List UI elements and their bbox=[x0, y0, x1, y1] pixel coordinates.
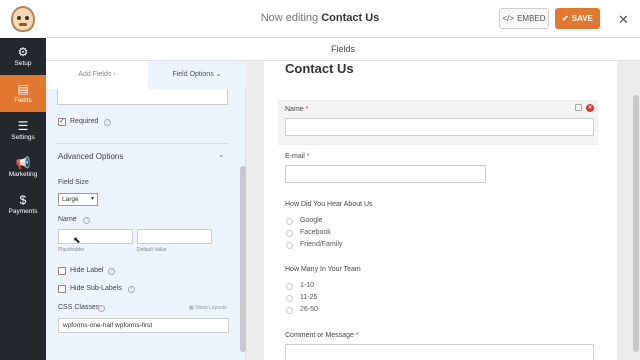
nav-item-settings[interactable]: ☰ Settings bbox=[0, 112, 46, 149]
radio-label: 26-50 bbox=[300, 306, 318, 313]
field-size-label: Field Size bbox=[58, 179, 89, 186]
megaphone-icon: 📢 bbox=[15, 156, 31, 170]
nav-label: Marketing bbox=[8, 171, 38, 178]
editing-prefix: Now editing bbox=[260, 12, 319, 24]
tab-add-fields[interactable]: Add Fields › bbox=[46, 61, 148, 89]
embed-button[interactable]: </> EMBED bbox=[499, 8, 549, 29]
show-layouts-link[interactable]: ▦ Show Layouts bbox=[189, 305, 227, 311]
nav-label: Setup bbox=[14, 60, 32, 67]
chevron-down-icon[interactable]: ⌄ bbox=[218, 150, 225, 159]
save-button[interactable]: ✔ SAVE bbox=[555, 8, 600, 29]
nav-item-setup[interactable]: ⚙ Setup bbox=[0, 38, 46, 75]
help-icon[interactable]: ? bbox=[98, 305, 105, 312]
css-classes-label: CSS Classes bbox=[58, 304, 100, 311]
delete-icon[interactable]: ✕ bbox=[586, 104, 594, 112]
nav-label: Payments bbox=[8, 208, 38, 215]
nav-item-fields[interactable]: ▤ Fields bbox=[0, 75, 46, 112]
placeholder-input[interactable] bbox=[58, 229, 133, 244]
form-title: Contact Us bbox=[285, 61, 354, 76]
form-name: Contact Us bbox=[321, 12, 380, 24]
show-layouts-label: Show Layouts bbox=[195, 305, 227, 311]
css-classes-input[interactable]: wpforms-one-half wpforms-first bbox=[58, 318, 229, 333]
email-input[interactable] bbox=[285, 165, 486, 183]
checkmark-icon: ✔ bbox=[562, 14, 569, 23]
tab-label: Add Fields bbox=[78, 71, 112, 78]
field-label: How Many In Your Team bbox=[285, 266, 361, 273]
required-label: Required bbox=[70, 118, 99, 125]
duplicate-icon[interactable] bbox=[575, 104, 582, 111]
help-icon[interactable]: ? bbox=[128, 286, 135, 293]
form-preview: Contact Us ✕ Name * E-mail * How Did You… bbox=[264, 61, 617, 360]
field-options-panel: Add Fields › Field Options ⌄ Required ? bbox=[46, 61, 246, 360]
label-text: Name bbox=[285, 106, 304, 113]
nav-item-marketing[interactable]: 📢 Marketing bbox=[0, 149, 46, 186]
label-text: Comment or Message bbox=[285, 332, 354, 339]
radio-option[interactable] bbox=[286, 230, 293, 237]
radio-label: Facebook bbox=[300, 229, 331, 236]
nav-label: Fields bbox=[14, 97, 32, 104]
chevron-right-icon: › bbox=[113, 71, 116, 78]
radio-option[interactable] bbox=[286, 295, 293, 302]
help-icon[interactable]: ? bbox=[83, 217, 90, 224]
section-title: Fields bbox=[46, 38, 640, 61]
save-label: SAVE bbox=[571, 14, 593, 23]
radio-option[interactable] bbox=[286, 218, 293, 225]
radio-label: Google bbox=[300, 217, 323, 224]
radio-label: Friend/Family bbox=[300, 241, 343, 248]
caret-down-icon: ▾ bbox=[90, 196, 94, 202]
hide-label-label: Hide Label bbox=[70, 267, 104, 274]
panel-scrollbar[interactable] bbox=[240, 166, 246, 352]
field-size-select[interactable]: Large ▾ bbox=[58, 193, 98, 206]
field-size-value: Large bbox=[62, 196, 79, 203]
radio-label: 11-25 bbox=[300, 294, 318, 301]
panel-tabs: Add Fields › Field Options ⌄ bbox=[46, 61, 246, 89]
preview-scrollbar[interactable] bbox=[633, 95, 639, 352]
label-text: E-mail bbox=[285, 153, 305, 160]
radio-option[interactable] bbox=[286, 242, 293, 249]
layout-grid-icon: ▦ bbox=[189, 305, 194, 311]
default-value-sublabel: Default Value bbox=[137, 247, 167, 253]
field-label: E-mail * bbox=[285, 153, 310, 160]
radio-option[interactable] bbox=[286, 307, 293, 314]
left-nav: ⚙ Setup ▤ Fields ☰ Settings 📢 Marketing … bbox=[0, 38, 46, 360]
advanced-options-title[interactable]: Advanced Options bbox=[58, 152, 123, 161]
embed-label: EMBED bbox=[517, 14, 546, 23]
sliders-icon: ☰ bbox=[17, 119, 29, 133]
help-icon[interactable]: ? bbox=[104, 119, 111, 126]
description-textarea[interactable] bbox=[57, 89, 228, 105]
required-marker: * bbox=[305, 106, 309, 113]
comment-textarea[interactable] bbox=[285, 344, 594, 360]
name-input[interactable] bbox=[285, 118, 594, 136]
divider bbox=[57, 143, 229, 144]
required-checkbox[interactable] bbox=[58, 117, 66, 126]
dollar-icon: $ bbox=[19, 193, 27, 207]
required-marker: * bbox=[306, 153, 310, 160]
field-tools: ✕ bbox=[575, 104, 594, 112]
gear-icon: ⚙ bbox=[17, 45, 29, 59]
code-icon: </> bbox=[502, 14, 515, 23]
mouse-cursor-icon: ⬉ bbox=[73, 235, 81, 245]
tab-label: Field Options bbox=[172, 71, 214, 78]
required-marker: * bbox=[355, 332, 359, 339]
nav-item-payments[interactable]: $ Payments bbox=[0, 186, 46, 223]
field-label: How Did You Hear About Us bbox=[285, 201, 373, 208]
chevron-down-icon: ⌄ bbox=[215, 71, 222, 78]
radio-option[interactable] bbox=[286, 283, 293, 290]
help-icon[interactable]: ? bbox=[108, 268, 115, 275]
hide-sublabels-checkbox[interactable] bbox=[58, 285, 66, 293]
tab-field-options[interactable]: Field Options ⌄ bbox=[148, 61, 246, 89]
close-icon[interactable]: ✕ bbox=[618, 12, 629, 28]
radio-label: 1-10 bbox=[300, 282, 315, 289]
hide-sublabels-label: Hide Sub-Labels bbox=[70, 285, 122, 292]
placeholder-sublabel: Placeholder bbox=[58, 247, 85, 253]
default-value-input[interactable] bbox=[137, 229, 212, 244]
hide-label-checkbox[interactable] bbox=[58, 267, 66, 275]
name-label: Name bbox=[58, 216, 77, 223]
field-label: Comment or Message * bbox=[285, 332, 359, 339]
top-bar: Now editing Contact Us </> EMBED ✔ SAVE … bbox=[0, 0, 640, 38]
nav-label: Settings bbox=[11, 134, 35, 141]
field-label: Name * bbox=[285, 106, 308, 113]
fields-icon: ▤ bbox=[17, 82, 29, 96]
